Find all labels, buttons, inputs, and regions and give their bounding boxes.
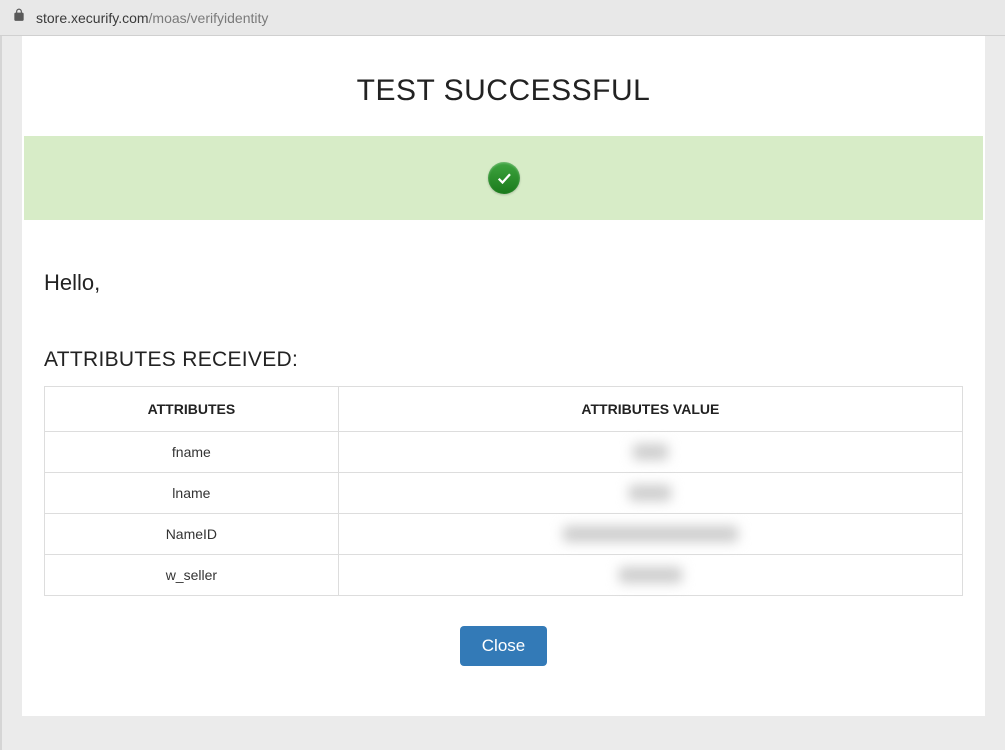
lock-icon (12, 8, 26, 27)
attribute-value: xxxxxxxxxxxxxxxxxxxxxxxxx (338, 514, 962, 555)
attributes-table: ATTRIBUTES ATTRIBUTES VALUE fname xxxxx ln… (44, 386, 963, 596)
success-banner (24, 136, 983, 220)
attribute-name: lname (45, 473, 339, 514)
table-row: lname xxxxxx (45, 473, 963, 514)
browser-url-bar[interactable]: store.xecurify.com/moas/verifyidentity (0, 0, 1005, 36)
url-host: store.xecurify.com (36, 10, 149, 26)
attribute-name: NameID (45, 514, 339, 555)
title-area: TEST SUCCESSFUL (22, 36, 985, 136)
url-text: store.xecurify.com/moas/verifyidentity (36, 10, 268, 26)
page-title: TEST SUCCESSFUL (42, 74, 965, 108)
attribute-value: xxxxxxxxx (338, 555, 962, 596)
attribute-name: fname (45, 432, 339, 473)
attribute-name: w_seller (45, 555, 339, 596)
content-card: TEST SUCCESSFUL Hello, ATTRIBUTES RECEIV… (22, 36, 985, 716)
table-header-row: ATTRIBUTES ATTRIBUTES VALUE (45, 387, 963, 432)
table-row: w_seller xxxxxxxxx (45, 555, 963, 596)
table-row: fname xxxxx (45, 432, 963, 473)
redacted-value: xxxxxx (629, 485, 671, 501)
attribute-value: xxxxxx (338, 473, 962, 514)
success-check-icon (488, 162, 520, 194)
greeting-text: Hello, (22, 220, 985, 296)
page-container: TEST SUCCESSFUL Hello, ATTRIBUTES RECEIV… (0, 36, 1005, 750)
button-row: Close (22, 596, 985, 666)
url-path: /moas/verifyidentity (149, 10, 269, 26)
table-row: NameID xxxxxxxxxxxxxxxxxxxxxxxxx (45, 514, 963, 555)
header-attributes: ATTRIBUTES (45, 387, 339, 432)
redacted-value: xxxxxxxxx (619, 567, 682, 583)
attributes-heading: ATTRIBUTES RECEIVED: (22, 296, 985, 386)
close-button[interactable]: Close (460, 626, 547, 666)
redacted-value: xxxxx (633, 444, 668, 460)
attribute-value: xxxxx (338, 432, 962, 473)
redacted-value: xxxxxxxxxxxxxxxxxxxxxxxxx (563, 526, 738, 542)
header-attributes-value: ATTRIBUTES VALUE (338, 387, 962, 432)
